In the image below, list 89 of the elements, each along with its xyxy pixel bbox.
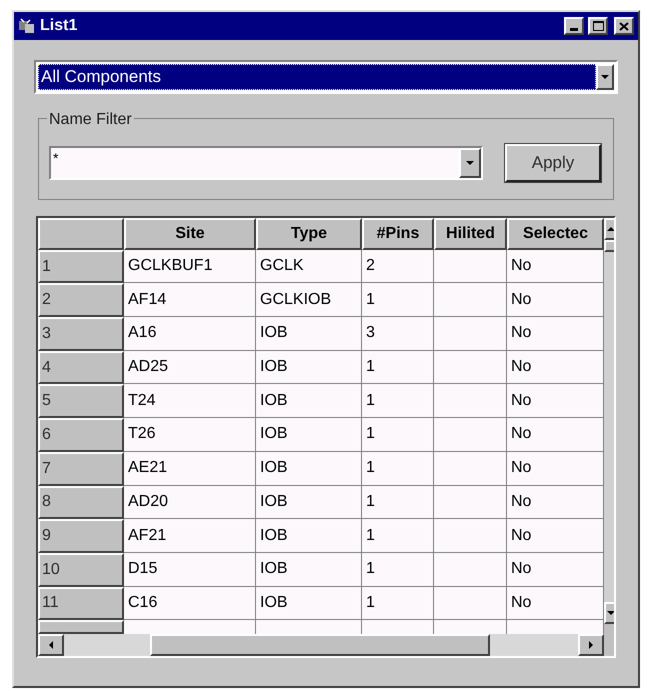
table-cell: No bbox=[507, 486, 604, 520]
column-header[interactable]: Type bbox=[256, 218, 362, 250]
vertical-scrollbar[interactable] bbox=[604, 218, 614, 624]
table-cell: 1 bbox=[362, 486, 434, 520]
table-cell: T26 bbox=[124, 418, 256, 452]
table-cell: No bbox=[507, 452, 604, 486]
scrollbar-thumb[interactable] bbox=[150, 634, 490, 656]
table-cell: No bbox=[507, 350, 604, 384]
caret-icon bbox=[465, 159, 475, 167]
component-dropdown[interactable]: All Components bbox=[34, 60, 618, 94]
row-header[interactable]: 7 bbox=[38, 452, 124, 486]
filter-dropdown-button[interactable] bbox=[459, 148, 481, 178]
table-cell: IOB bbox=[256, 552, 362, 587]
filter-value: * bbox=[52, 149, 60, 168]
column-header[interactable]: #Pins bbox=[362, 218, 434, 250]
table-cell: AE21 bbox=[124, 452, 256, 486]
table-cell: GCLKIOB bbox=[256, 283, 362, 318]
row-header[interactable]: 6 bbox=[38, 418, 124, 452]
table-cell: 1 bbox=[362, 586, 434, 620]
dropdown-value: All Components bbox=[38, 64, 596, 90]
table-cell: 1 bbox=[362, 452, 434, 486]
scroll-down-button[interactable] bbox=[604, 602, 614, 624]
row-header[interactable]: 5 bbox=[38, 384, 124, 418]
scroll-up-button[interactable] bbox=[604, 218, 614, 240]
table-cell: IOB bbox=[256, 519, 362, 553]
table-cell: 1 bbox=[362, 519, 434, 553]
scroll-left-button[interactable] bbox=[38, 634, 64, 656]
horizontal-scrollbar[interactable] bbox=[38, 634, 604, 656]
dropdown-arrow-button[interactable] bbox=[596, 64, 614, 90]
table-cell: 1 bbox=[362, 418, 434, 452]
row-header[interactable]: 1 bbox=[38, 250, 124, 284]
table-cell: IOB bbox=[256, 486, 362, 520]
row-header[interactable]: 10 bbox=[38, 552, 124, 587]
minimize-icon bbox=[570, 28, 578, 31]
table-cell: GCLK bbox=[256, 250, 362, 284]
table-cell: No bbox=[507, 586, 604, 620]
table-cell: No bbox=[507, 283, 604, 318]
table-cell: No bbox=[507, 519, 604, 553]
right-arrow-icon bbox=[587, 640, 595, 650]
column-header[interactable]: Site bbox=[124, 218, 256, 250]
maximize-icon bbox=[592, 21, 604, 31]
table-cell: GCLKBUF1 bbox=[124, 250, 256, 284]
scrollbar-thumb[interactable] bbox=[604, 240, 614, 252]
table-cell: 1 bbox=[362, 552, 434, 587]
table-cell: No bbox=[507, 250, 604, 284]
table-cell: 3 bbox=[362, 317, 434, 351]
minimize-button[interactable] bbox=[564, 17, 584, 35]
table-cell: IOB bbox=[256, 384, 362, 418]
row-header[interactable]: 8 bbox=[38, 486, 124, 520]
table-cell: No bbox=[507, 317, 604, 351]
row-header[interactable]: 9 bbox=[38, 519, 124, 553]
close-icon bbox=[619, 22, 629, 30]
row-header[interactable]: 2 bbox=[38, 283, 124, 318]
app-icon bbox=[18, 18, 36, 34]
table-cell: IOB bbox=[256, 452, 362, 486]
table-cell: A16 bbox=[124, 317, 256, 351]
table-cell: AF21 bbox=[124, 519, 256, 553]
table-cell: 1 bbox=[362, 350, 434, 384]
table-cell: No bbox=[507, 418, 604, 452]
table-cell: AD25 bbox=[124, 350, 256, 384]
up-arrow-icon bbox=[606, 225, 614, 233]
name-filter-field[interactable]: * bbox=[49, 146, 483, 180]
down-arrow-icon bbox=[606, 609, 614, 617]
left-arrow-icon bbox=[47, 640, 55, 650]
column-header[interactable]: Selectec bbox=[507, 218, 604, 250]
apply-button[interactable]: Apply bbox=[505, 144, 601, 182]
table-cell: AF14 bbox=[124, 283, 256, 318]
table-cell: 1 bbox=[362, 384, 434, 418]
table-cell: IOB bbox=[256, 586, 362, 620]
table-cell: No bbox=[507, 552, 604, 587]
table-cell: T24 bbox=[124, 384, 256, 418]
window-title: List1 bbox=[40, 16, 78, 36]
table-cell: 2 bbox=[362, 250, 434, 284]
table-cell: D15 bbox=[124, 552, 256, 587]
row-header[interactable]: 3 bbox=[38, 317, 124, 351]
row-header[interactable]: 4 bbox=[38, 350, 124, 384]
maximize-button[interactable] bbox=[588, 17, 608, 35]
table-cell: IOB bbox=[256, 350, 362, 384]
column-header[interactable]: Hilited bbox=[434, 218, 507, 250]
table-cell: 1 bbox=[362, 283, 434, 318]
table-cell: No bbox=[507, 384, 604, 418]
scroll-right-button[interactable] bbox=[578, 634, 604, 656]
table-cell: C16 bbox=[124, 586, 256, 620]
row-header[interactable]: 11 bbox=[38, 586, 124, 620]
table-cell: AD20 bbox=[124, 486, 256, 520]
close-button[interactable] bbox=[614, 17, 634, 35]
table-cell: IOB bbox=[256, 317, 362, 351]
table-cell: IOB bbox=[256, 418, 362, 452]
caret-icon bbox=[600, 73, 610, 81]
